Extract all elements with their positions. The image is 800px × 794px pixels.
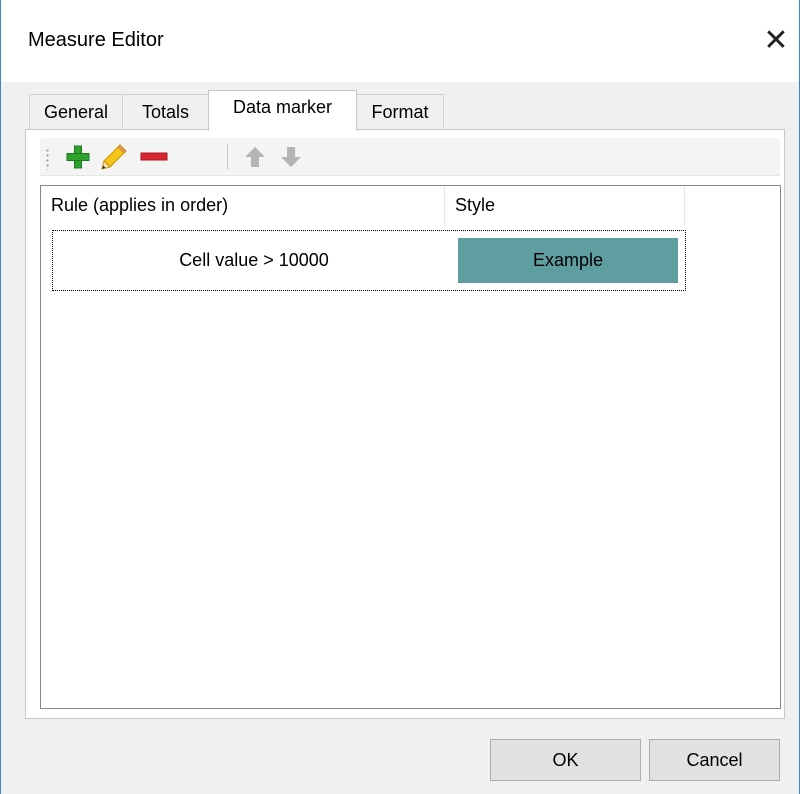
tab-format[interactable]: Format xyxy=(356,94,444,130)
cancel-button[interactable]: Cancel xyxy=(649,739,780,781)
title-bar: Measure Editor ✕ xyxy=(1,0,799,82)
pencil-icon xyxy=(101,144,127,170)
tab-general[interactable]: General xyxy=(29,94,123,130)
add-rule-button[interactable] xyxy=(62,141,94,173)
measure-editor-dialog: Measure Editor ✕ General Totals Data mar… xyxy=(0,0,800,794)
plus-icon xyxy=(66,145,90,169)
move-up-button[interactable] xyxy=(239,141,271,173)
ok-button[interactable]: OK xyxy=(490,739,641,781)
edit-rule-button[interactable] xyxy=(98,141,130,173)
close-button[interactable]: ✕ xyxy=(753,12,799,68)
arrow-down-icon xyxy=(281,147,301,167)
minus-icon xyxy=(140,152,168,161)
arrow-up-icon xyxy=(245,147,265,167)
toolbar-grip[interactable] xyxy=(46,148,49,170)
rule-condition-cell: Cell value > 10000 xyxy=(179,250,329,270)
rules-list[interactable]: Rule (applies in order) Style Cell value… xyxy=(40,185,781,709)
rules-toolbar xyxy=(40,138,780,176)
tab-data-marker[interactable]: Data marker xyxy=(208,90,357,131)
tab-totals[interactable]: Totals xyxy=(122,94,209,130)
rule-row[interactable]: Cell value > 10000 Example xyxy=(52,230,686,291)
move-down-button[interactable] xyxy=(275,141,307,173)
remove-rule-button[interactable] xyxy=(138,141,170,173)
column-header-style[interactable]: Style xyxy=(445,186,685,226)
column-header-rule[interactable]: Rule (applies in order) xyxy=(41,186,445,226)
style-example-cell: Example xyxy=(458,238,678,283)
close-icon: ✕ xyxy=(763,23,789,57)
data-marker-panel: Rule (applies in order) Style Cell value… xyxy=(25,129,785,719)
dialog-title: Measure Editor xyxy=(28,29,164,51)
toolbar-separator xyxy=(227,144,228,170)
